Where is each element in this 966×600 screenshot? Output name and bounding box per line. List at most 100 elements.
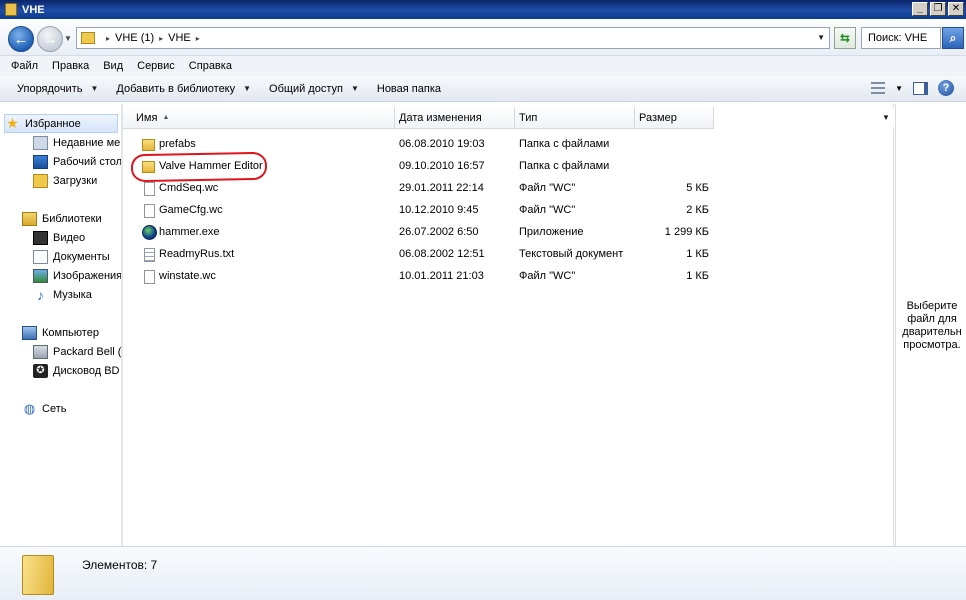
navigation-pane[interactable]: ★ Избранное Недавние ме Рабочий стол Заг… [4, 104, 121, 546]
menu-help[interactable]: Справка [182, 60, 239, 72]
recent-pages-dropdown[interactable]: ▼ [64, 34, 72, 43]
file-type: Файл "WC" [519, 204, 576, 216]
view-controls: ▼ ? [871, 80, 954, 96]
text-file-icon [144, 248, 155, 262]
add-to-library-button[interactable]: Добавить в библиотеку ▼ [107, 76, 260, 101]
chevron-right-icon[interactable]: ▸ [106, 34, 110, 43]
share-label: Общий доступ [269, 82, 343, 95]
breadcrumb-vhe[interactable]: VHE [168, 32, 191, 44]
libraries-icon [22, 211, 37, 226]
nav-downloads[interactable]: Загрузки [33, 171, 97, 190]
nav-documents-label: Документы [53, 250, 110, 263]
nav-desktop[interactable]: Рабочий стол [33, 152, 121, 171]
share-button[interactable]: Общий доступ ▼ [260, 76, 368, 101]
column-name-label: Имя [136, 111, 158, 124]
nav-computer[interactable]: Компьютер [22, 323, 99, 342]
organize-button[interactable]: Упорядочить ▼ [8, 76, 107, 101]
new-folder-button[interactable]: Новая папка [368, 76, 450, 101]
help-icon[interactable]: ? [938, 80, 954, 96]
menu-view[interactable]: Вид [96, 60, 130, 72]
back-button[interactable]: ← [8, 26, 34, 52]
desktop-icon [33, 154, 48, 169]
file-type: Папка с файлами [519, 138, 610, 150]
nav-computer-label: Компьютер [42, 326, 99, 339]
file-type: Приложение [519, 226, 584, 238]
scroll-down-button[interactable]: ▼ [878, 107, 894, 127]
menu-bar: Файл Правка Вид Сервис Справка [0, 56, 966, 76]
window-title: VHE [22, 3, 45, 16]
forward-button[interactable]: → [37, 26, 63, 52]
disc-drive-icon: ✪ [33, 363, 48, 378]
nav-network[interactable]: ◍ Сеть [22, 399, 67, 418]
nav-favorites[interactable]: ★ Избранное [4, 114, 118, 133]
column-header-modified[interactable]: Дата изменения [395, 107, 515, 129]
file-type: Папка с файлами [519, 160, 610, 172]
nav-drive-bd[interactable]: ✪ Дисковод BD [33, 361, 120, 380]
column-size-label: Размер [639, 111, 677, 124]
file-size: 1 КБ [686, 248, 709, 260]
nav-recent[interactable]: Недавние ме [33, 133, 120, 152]
nav-favorites-label: Избранное [25, 117, 81, 130]
chevron-down-icon: ▼ [90, 84, 99, 93]
file-modified: 09.10.2010 16:57 [399, 160, 485, 172]
images-icon [33, 268, 48, 283]
search-button[interactable]: ⌕ [942, 27, 964, 49]
file-list[interactable]: Имя ▲ Дата изменения Тип Размер prefabs … [123, 104, 894, 546]
views-dropdown[interactable]: ▼ [895, 84, 903, 93]
file-modified: 10.01.2011 21:03 [399, 270, 484, 282]
chevron-right-icon[interactable]: ▸ [196, 34, 200, 43]
file-row-winstate[interactable]: winstate.wc 10.01.2011 21:03 Файл "WC" 1… [123, 267, 723, 287]
minimize-button[interactable]: _ [912, 2, 928, 16]
nav-images[interactable]: Изображения [33, 266, 121, 285]
hammer-app-icon [142, 225, 157, 240]
file-row-gamecfg[interactable]: GameCfg.wc 10.12.2010 9:45 Файл "WC" 2 К… [123, 201, 723, 221]
close-button[interactable]: ✕ [948, 2, 964, 16]
address-field[interactable]: ▸ VHE (1) ▸ VHE ▸ ▼ [76, 27, 830, 49]
nav-desktop-label: Рабочий стол [53, 155, 121, 168]
file-row-cmdseq[interactable]: CmdSeq.wc 29.01.2011 22:14 Файл "WC" 5 К… [123, 179, 723, 199]
file-row-readmyrus[interactable]: ReadmyRus.txt 06.08.2002 12:51 Текстовый… [123, 245, 723, 265]
vertical-scrollbar[interactable]: ▼ [878, 107, 894, 127]
video-icon [33, 230, 48, 245]
preview-message: Выберите файл для дварительн просмотра. [902, 300, 962, 351]
refresh-button[interactable]: ⇆ [834, 27, 856, 49]
arrow-left-icon: ← [13, 30, 29, 48]
file-modified: 29.01.2011 22:14 [399, 182, 484, 194]
file-row-hammer-exe[interactable]: hammer.exe 26.07.2002 6:50 Приложение 1 … [123, 223, 723, 243]
nav-documents[interactable]: Документы [33, 247, 110, 266]
menu-file[interactable]: Файл [4, 60, 45, 72]
preview-pane: Выберите файл для дварительн просмотра. [895, 104, 966, 546]
nav-recent-label: Недавние ме [53, 136, 121, 149]
file-size: 1 299 КБ [664, 226, 709, 238]
breadcrumb-vhe-1[interactable]: VHE (1) [115, 32, 154, 44]
file-size: 5 КБ [686, 182, 709, 194]
address-dropdown[interactable]: ▼ [817, 33, 825, 42]
folder-icon [22, 555, 54, 595]
menu-tools[interactable]: Сервис [130, 60, 182, 72]
column-type-label: Тип [519, 111, 538, 124]
column-header-size[interactable]: Размер [635, 107, 714, 129]
maximize-button[interactable]: ❐ [930, 2, 946, 16]
organize-label: Упорядочить [17, 82, 83, 95]
column-header-type[interactable]: Тип [515, 107, 635, 129]
views-icon[interactable] [871, 82, 886, 94]
menu-edit[interactable]: Правка [45, 60, 96, 72]
sort-ascending-icon: ▲ [162, 114, 170, 121]
nav-libraries[interactable]: Библиотеки [22, 209, 102, 228]
title-bar[interactable]: VHE _ ❐ ✕ [0, 0, 966, 19]
new-folder-label: Новая папка [376, 82, 441, 95]
arrow-right-icon: → [42, 30, 58, 48]
nav-video[interactable]: Видео [33, 228, 85, 247]
nav-music[interactable]: ♪ Музыка [33, 285, 92, 304]
nav-drive-c[interactable]: Packard Bell (C [33, 342, 121, 361]
chevron-right-icon[interactable]: ▸ [159, 34, 163, 43]
file-modified: 06.08.2010 19:03 [399, 138, 485, 150]
network-globe-icon: ◍ [23, 400, 36, 416]
search-input[interactable]: Поиск: VHE [861, 27, 941, 49]
file-type: Текстовый документ [519, 248, 624, 260]
nav-downloads-label: Загрузки [53, 174, 98, 187]
chevron-down-icon: ▼ [350, 84, 359, 93]
preview-pane-icon[interactable] [913, 81, 928, 95]
column-header-name[interactable]: Имя ▲ [123, 107, 395, 129]
star-icon: ★ [6, 115, 19, 131]
